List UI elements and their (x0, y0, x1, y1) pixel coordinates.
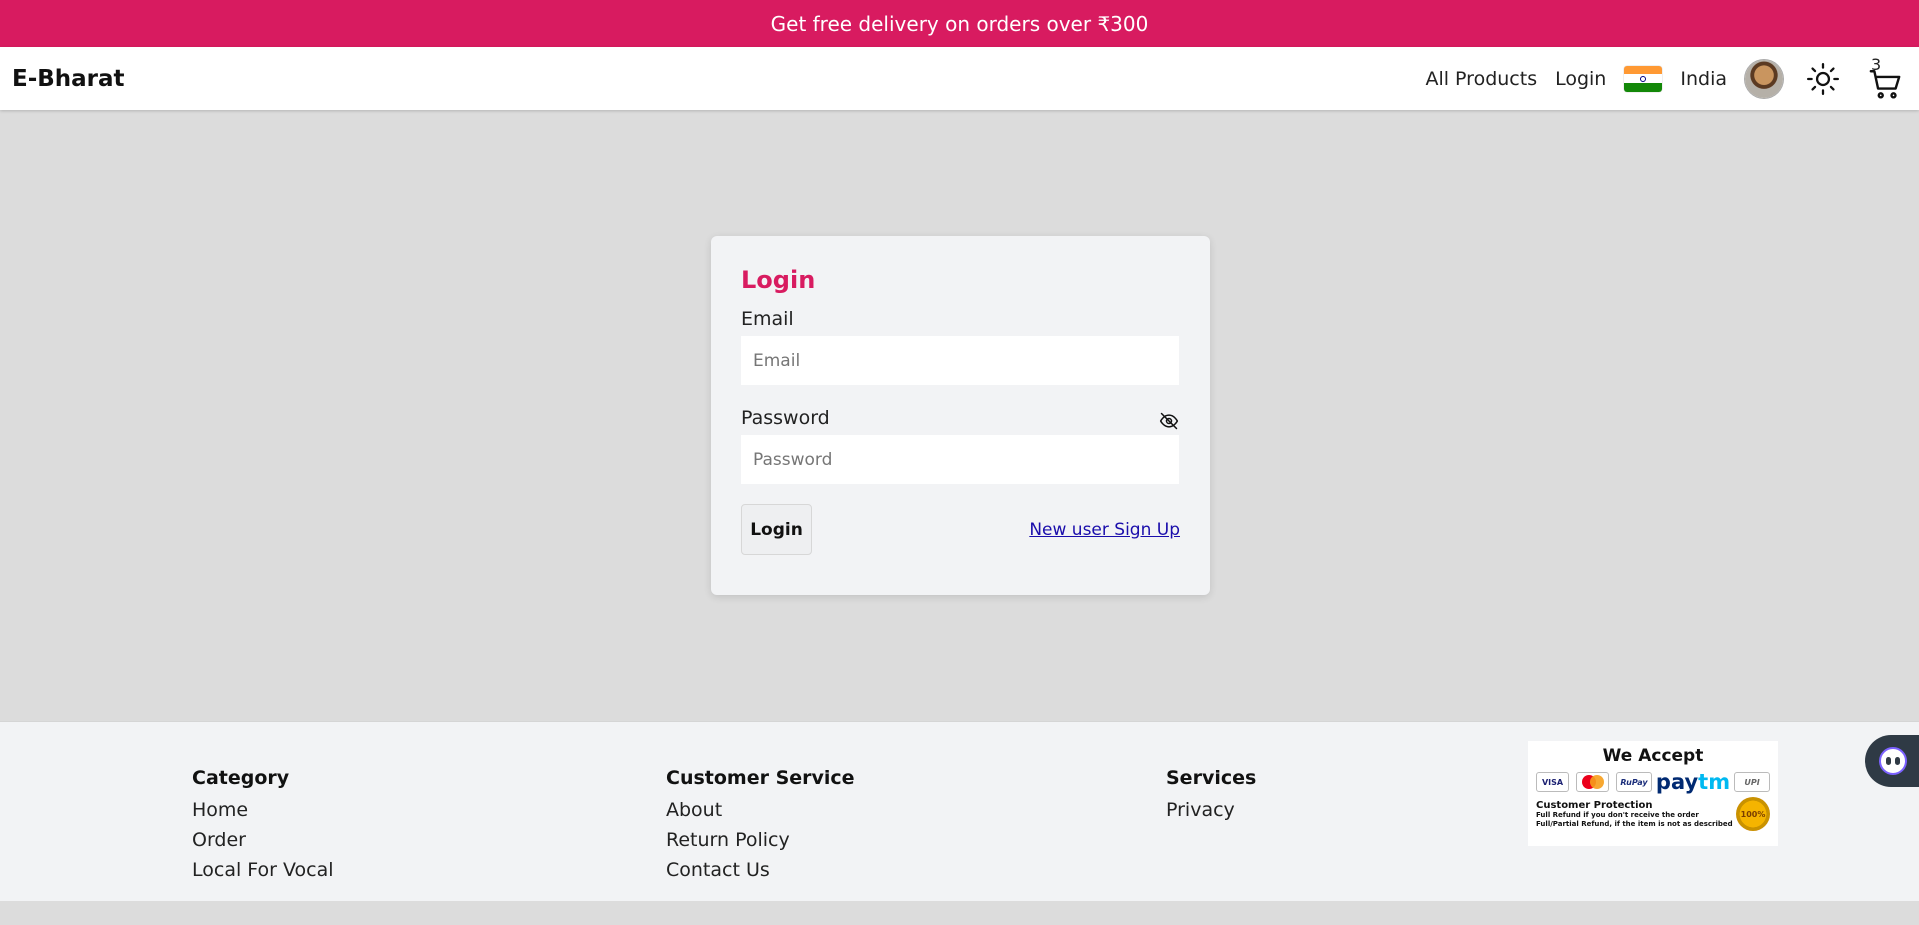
footer-category-heading: Category (192, 767, 290, 789)
paytm-pay-text: pay (1655, 770, 1699, 794)
footer-services-column: Services Privacy (1166, 767, 1256, 825)
footer-link-order[interactable]: Order (192, 825, 334, 855)
upi-icon: UPI (1734, 772, 1770, 792)
india-flag-icon (1624, 65, 1663, 92)
signup-link[interactable]: New user Sign Up (1029, 520, 1180, 540)
footer-category-column: Category Home Order Local For Vocal (192, 767, 334, 885)
we-accept-payment-banner: We Accept VISA RuPay pay tm UPI Customer … (1528, 741, 1778, 846)
promo-text: Get free delivery on orders over ₹300 (770, 11, 1149, 36)
footer-customer-service-column: Customer Service About Return Policy Con… (666, 767, 855, 885)
login-submit-button[interactable]: Login (741, 504, 812, 555)
footer-customer-service-heading: Customer Service (666, 767, 855, 789)
footer-link-privacy[interactable]: Privacy (1166, 795, 1256, 825)
nav-all-products-link[interactable]: All Products (1425, 68, 1537, 90)
cart-button[interactable]: 3 (1865, 54, 1905, 101)
bottom-strip (0, 901, 1919, 925)
toggle-password-visibility-button[interactable] (1158, 410, 1180, 432)
nav-login-link[interactable]: Login (1555, 68, 1606, 90)
payment-cards-row: VISA RuPay pay tm UPI (1536, 770, 1770, 794)
chatbot-icon (1879, 747, 1907, 775)
we-accept-title: We Accept (1602, 746, 1704, 766)
password-label: Password (741, 407, 830, 429)
visa-card-icon: VISA (1536, 772, 1569, 792)
password-label-row: Password (741, 407, 1180, 435)
promo-banner: Get free delivery on orders over ₹300 (0, 0, 1919, 47)
nav-actions: All Products Login India 3 (1425, 47, 1907, 110)
chat-widget-button[interactable] (1865, 735, 1919, 787)
footer-services-heading: Services (1166, 767, 1257, 789)
mastercard-icon (1576, 772, 1609, 792)
footer-link-contact-us[interactable]: Contact Us (666, 855, 855, 885)
login-title: Login (741, 266, 816, 294)
footer-link-return-policy[interactable]: Return Policy (666, 825, 855, 855)
password-input[interactable] (741, 435, 1179, 484)
email-label: Email (741, 308, 794, 330)
paytm-tm-text: tm (1698, 770, 1731, 794)
brand-logo[interactable]: E-Bharat (12, 66, 125, 92)
user-avatar[interactable] (1745, 59, 1783, 98)
customer-protection-line-1: Full Refund if you don't receive the ord… (1536, 810, 1699, 819)
customer-protection-row: Customer Protection Full Refund if you d… (1536, 797, 1770, 831)
eye-off-icon (1159, 412, 1179, 430)
sun-icon (1806, 62, 1840, 95)
login-card: Login Email Password Login New user Sign… (711, 236, 1210, 595)
customer-protection-line-2: Full/Partial Refund, if the item is not … (1536, 819, 1733, 828)
cart-count-badge: 3 (1871, 54, 1882, 74)
footer-link-home[interactable]: Home (192, 795, 334, 825)
customer-protection-title: Customer Protection (1536, 799, 1653, 811)
login-actions: Login New user Sign Up (741, 504, 1180, 555)
email-input[interactable] (741, 336, 1179, 385)
paytm-icon: pay tm (1655, 770, 1731, 794)
country-label: India (1680, 67, 1727, 90)
guarantee-badge-icon: 100% (1736, 797, 1770, 831)
theme-toggle-button[interactable] (1803, 59, 1843, 99)
footer-link-local-for-vocal[interactable]: Local For Vocal (192, 855, 334, 885)
top-navbar: E-Bharat All Products Login India 3 (0, 47, 1919, 110)
footer-link-about[interactable]: About (666, 795, 855, 825)
rupay-card-icon: RuPay (1616, 772, 1652, 792)
